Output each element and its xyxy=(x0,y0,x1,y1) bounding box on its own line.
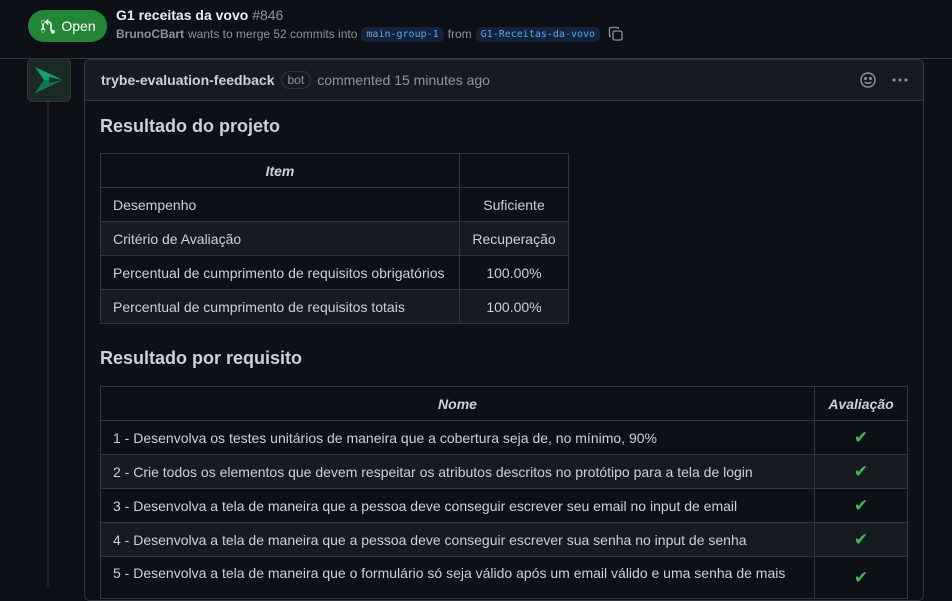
check-icon: ✔ xyxy=(814,556,908,599)
base-branch[interactable]: main-group-1 xyxy=(361,26,444,42)
smiley-icon[interactable] xyxy=(859,71,877,89)
comment-actions xyxy=(859,71,909,89)
requirement-name: 3 - Desenvolva a tela de maneira que a p… xyxy=(100,488,815,523)
kebab-menu-icon[interactable] xyxy=(891,71,909,89)
col-name-header: Nome xyxy=(100,386,815,421)
pr-state-label: Open xyxy=(61,18,96,34)
requirements-table: Nome Avaliação 1 - Desenvolva os testes … xyxy=(100,386,908,599)
timeline-line xyxy=(47,100,49,586)
head-branch[interactable]: G1-Receitas-da-vovo xyxy=(475,26,601,42)
requirement-name: 4 - Desenvolva a tela de maneira que a p… xyxy=(100,522,815,557)
requirement-name: 5 - Desenvolva a tela de maneira que o f… xyxy=(100,556,815,599)
trybe-logo-icon xyxy=(35,67,63,93)
table-header-row: Nome Avaliação xyxy=(100,386,908,421)
table-row: 3 - Desenvolva a tela de maneira que a p… xyxy=(100,488,908,523)
result-value: Recuperação xyxy=(459,221,569,256)
check-icon: ✔ xyxy=(814,454,908,489)
project-result-heading: Resultado do projeto xyxy=(100,116,280,136)
comment-author-line: trybe-evaluation-feedback bot commented … xyxy=(101,71,490,89)
pr-state-badge: Open xyxy=(28,10,107,42)
copy-icon[interactable] xyxy=(608,26,624,42)
requirement-name: 2 - Crie todos os elementos que devem re… xyxy=(100,454,815,489)
check-icon: ✔ xyxy=(814,420,908,455)
result-item: Percentual de cumprimento de requisitos … xyxy=(100,289,460,324)
requirements-heading: Resultado por requisito xyxy=(100,348,303,368)
result-item: Percentual de cumprimento de requisitos … xyxy=(100,255,460,290)
result-value: 100.00% xyxy=(459,255,569,290)
col-item-header: Item xyxy=(100,153,460,188)
table-row: Critério de Avaliação Recuperação xyxy=(100,221,569,256)
pr-header: Open G1 receitas da vovo #846 BrunoCBart… xyxy=(0,0,952,59)
table-row: 5 - Desenvolva a tela de maneira que o f… xyxy=(100,556,908,599)
comment-time[interactable]: commented 15 minutes ago xyxy=(317,72,490,88)
requirement-name: 1 - Desenvolva os testes unitários de ma… xyxy=(100,420,815,455)
result-value: 100.00% xyxy=(459,289,569,324)
result-item: Desempenho xyxy=(100,187,460,222)
pr-number: #846 xyxy=(252,7,284,23)
pull-request-icon xyxy=(41,19,56,34)
table-header-row: Item xyxy=(100,153,569,188)
table-row: 4 - Desenvolva a tela de maneira que a p… xyxy=(100,522,908,557)
comment-author[interactable]: trybe-evaluation-feedback xyxy=(101,72,275,88)
merge-text: wants to merge 52 commits into xyxy=(188,27,358,41)
pr-title-line: G1 receitas da vovo #846 xyxy=(116,7,283,23)
avatar[interactable] xyxy=(27,58,71,102)
pr-author[interactable]: BrunoCBart xyxy=(116,27,184,41)
pr-meta: BrunoCBart wants to merge 52 commits int… xyxy=(116,26,624,42)
col-value-header xyxy=(459,153,569,188)
table-row: Desempenho Suficiente xyxy=(100,187,569,222)
table-row: Percentual de cumprimento de requisitos … xyxy=(100,255,569,290)
check-icon: ✔ xyxy=(814,488,908,523)
result-value: Suficiente xyxy=(459,187,569,222)
table-row: 1 - Desenvolva os testes unitários de ma… xyxy=(100,420,908,455)
project-result-table: Item Desempenho Suficiente Critério de A… xyxy=(100,153,569,324)
pr-title[interactable]: G1 receitas da vovo xyxy=(116,7,248,23)
check-icon: ✔ xyxy=(814,522,908,557)
col-eval-header: Avaliação xyxy=(814,386,908,421)
result-item: Critério de Avaliação xyxy=(100,221,460,256)
from-text: from xyxy=(447,27,472,41)
bot-badge: bot xyxy=(280,71,312,89)
table-row: Percentual de cumprimento de requisitos … xyxy=(100,289,569,324)
table-row: 2 - Crie todos os elementos que devem re… xyxy=(100,454,908,489)
comment-header: trybe-evaluation-feedback bot commented … xyxy=(85,60,923,101)
